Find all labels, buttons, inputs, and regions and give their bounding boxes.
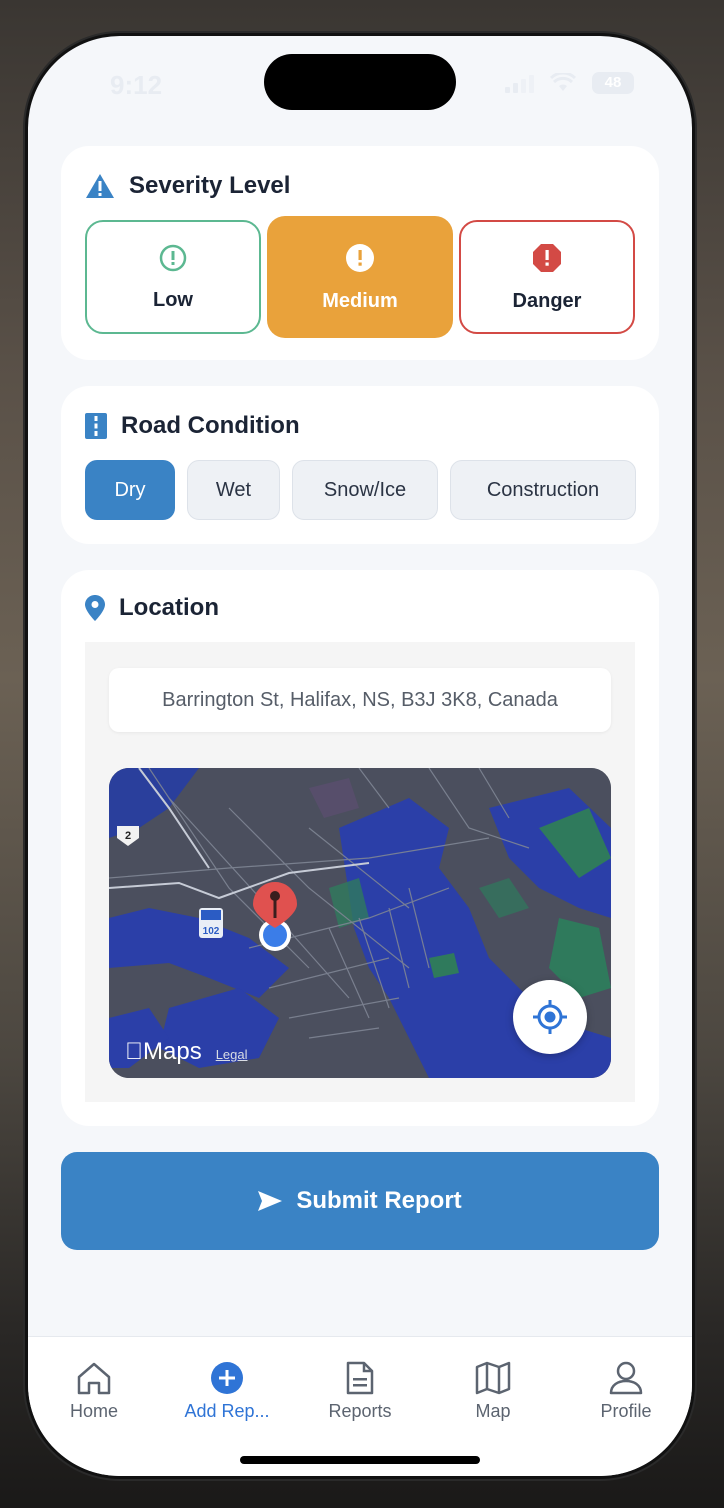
address-field[interactable]: Barrington St, Halifax, NS, B3J 3K8, Can… <box>109 668 611 732</box>
tab-profile-label: Profile <box>600 1401 652 1421</box>
address-text: Barrington St, Halifax, NS, B3J 3K8, Can… <box>162 688 558 711</box>
warning-triangle-icon <box>86 174 114 198</box>
tab-map-label: Map <box>475 1401 511 1421</box>
person-icon <box>609 1361 643 1395</box>
tab-bar: Home Add Rep... Reports Map Profile <box>28 1336 692 1476</box>
phone-screen: 9:12 48 Severity Level Low Medium Danger <box>28 36 692 1476</box>
location-heading: Location <box>85 594 219 622</box>
tab-map[interactable]: Map <box>433 1361 553 1422</box>
route-102-label: 102 <box>203 926 220 937</box>
road-condition-card: Road Condition Dry Wet Snow/Ice Construc… <box>61 386 659 544</box>
map-view[interactable]: 2 102 Maps Legal <box>109 768 611 1078</box>
severity-danger-label: Danger <box>512 289 582 312</box>
severity-low-label: Low <box>153 288 193 311</box>
road-construction-label: Construction <box>486 478 600 501</box>
road-snow-ice-label: Snow/Ice <box>323 478 407 501</box>
location-card: Location Barrington St, Halifax, NS, B3J… <box>61 570 659 1126</box>
submit-report-label: Submit Report <box>296 1187 462 1214</box>
status-indicators: 48 <box>505 72 634 94</box>
send-icon <box>258 1191 283 1211</box>
wifi-icon <box>550 73 576 91</box>
location-pin-icon <box>85 595 105 621</box>
crosshair-icon <box>533 1000 567 1034</box>
recenter-location-button[interactable] <box>513 980 587 1054</box>
maps-brand-label: Maps <box>125 1038 202 1065</box>
status-time: 9:12 <box>110 70 163 100</box>
severity-low-button[interactable]: Low <box>85 220 261 334</box>
exclamation-circle-icon <box>346 243 374 272</box>
severity-medium-button[interactable]: Medium <box>267 216 453 338</box>
info-circle-icon <box>159 244 187 271</box>
location-title: Location <box>119 594 219 621</box>
road-wet-chip[interactable]: Wet <box>187 460 280 520</box>
tab-add-report[interactable]: Add Rep... <box>167 1361 287 1422</box>
document-icon <box>346 1361 374 1395</box>
dynamic-island <box>264 54 456 110</box>
road-icon <box>85 413 107 439</box>
tab-reports[interactable]: Reports <box>300 1361 420 1422</box>
map-icon <box>475 1361 511 1395</box>
tab-home[interactable]: Home <box>34 1361 154 1422</box>
severity-title: Severity Level <box>129 172 291 199</box>
severity-heading: Severity Level <box>85 172 290 200</box>
add-circle-icon <box>211 1362 243 1394</box>
severity-medium-label: Medium <box>322 289 398 312</box>
road-dry-label: Dry <box>114 478 146 501</box>
home-icon <box>77 1362 111 1395</box>
road-wet-label: Wet <box>215 478 252 501</box>
home-indicator <box>240 1456 480 1464</box>
road-condition-title: Road Condition <box>121 412 300 439</box>
road-construction-chip[interactable]: Construction <box>450 460 636 520</box>
status-bar: 9:12 48 <box>28 36 692 136</box>
highway-2-label: 2 <box>125 830 131 842</box>
submit-report-button[interactable]: Submit Report <box>61 1152 659 1250</box>
danger-octagon-icon <box>533 243 561 272</box>
maps-legal-link[interactable]: Legal <box>216 1047 248 1062</box>
cellular-signal-icon <box>505 73 534 93</box>
tab-profile[interactable]: Profile <box>566 1361 686 1422</box>
apple-maps-attribution: Maps Legal <box>125 1038 248 1066</box>
road-snow-ice-chip[interactable]: Snow/Ice <box>292 460 438 520</box>
severity-danger-button[interactable]: Danger <box>459 220 635 334</box>
road-dry-chip[interactable]: Dry <box>85 460 175 520</box>
tab-home-label: Home <box>69 1401 118 1421</box>
severity-card: Severity Level Low Medium Danger <box>61 146 659 360</box>
tab-reports-label: Reports <box>328 1401 392 1421</box>
road-condition-heading: Road Condition <box>85 412 300 440</box>
tab-add-report-label: Add Rep... <box>184 1401 270 1421</box>
route-102-shield-icon: 102 <box>199 908 223 938</box>
battery-icon: 48 <box>592 72 634 94</box>
location-area: Barrington St, Halifax, NS, B3J 3K8, Can… <box>85 642 635 1102</box>
